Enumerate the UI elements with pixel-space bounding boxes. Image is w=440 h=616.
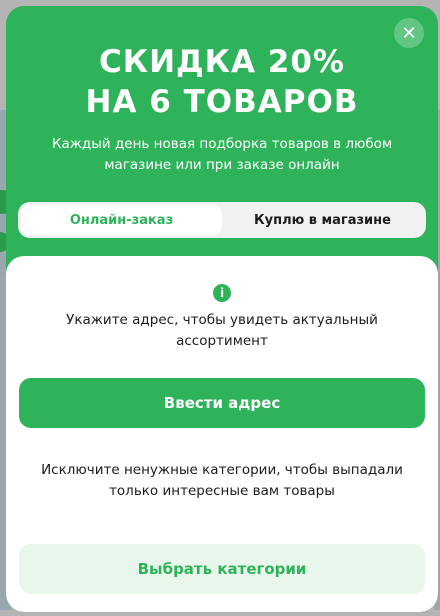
modal-body-panel: i Укажите адрес, чтобы увидеть актуальны… (6, 256, 438, 612)
enter-address-button[interactable]: Ввести адрес (19, 378, 425, 428)
tab-online-order[interactable]: Онлайн-заказ (21, 205, 222, 235)
address-hint-text: Укажите адрес, чтобы увидеть актуальный … (66, 312, 378, 349)
promo-modal: ✕ СКИДКА 20% НА 6 ТОВАРОВ Каждый день но… (6, 6, 438, 612)
category-hint-text: Исключите ненужные категории, чтобы выпа… (41, 462, 403, 499)
info-icon: i (213, 284, 231, 302)
choose-categories-button[interactable]: Выбрать категории (19, 544, 425, 594)
order-mode-tabs: Онлайн-заказ Куплю в магазине (18, 202, 426, 238)
tab-in-store[interactable]: Куплю в магазине (222, 205, 423, 235)
headline-line-1: СКИДКА 20% (99, 44, 345, 80)
promo-headline: СКИДКА 20% НА 6 ТОВАРОВ (6, 42, 438, 122)
promo-subtext: Каждый день новая подборка товаров в люб… (51, 136, 393, 173)
headline-line-2: НА 6 ТОВАРОВ (85, 84, 359, 120)
close-icon: ✕ (401, 22, 417, 44)
